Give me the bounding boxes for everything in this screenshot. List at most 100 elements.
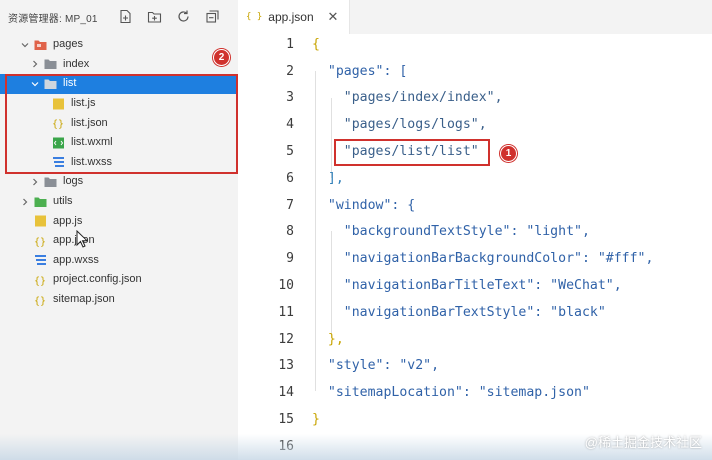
- tree-item-project-config-json[interactable]: {} project.config.json: [0, 270, 238, 290]
- tree-item-app-js[interactable]: app.js: [0, 211, 238, 231]
- tab-label: app.json: [268, 10, 314, 24]
- tree-item-label: list: [63, 77, 77, 90]
- tree-item-label: sitemap.json: [53, 293, 115, 306]
- js-file-icon: [34, 215, 47, 227]
- chevron-right-icon[interactable]: [30, 59, 40, 69]
- tree-item-list-js[interactable]: list.js: [0, 94, 238, 114]
- line-number: 16: [278, 438, 294, 454]
- svg-text:{}: {}: [34, 237, 46, 247]
- tree-item-label: list.wxml: [71, 136, 113, 149]
- tree-item-label: app.wxss: [53, 253, 99, 266]
- line-text: "style": "v2",: [312, 358, 440, 374]
- step-badge-2: 2: [213, 49, 230, 66]
- line-number: 3: [286, 90, 294, 106]
- line-text: "pages/index/index",: [312, 90, 503, 106]
- line-text: ],: [312, 170, 344, 186]
- tree-item-label: index: [63, 57, 90, 70]
- tree-item-label: pages: [53, 38, 83, 51]
- svg-text:{}: {}: [34, 296, 46, 306]
- line-number: 11: [278, 304, 294, 320]
- line-number: 7: [286, 197, 294, 213]
- editor-tabbar: { } app.json ✕: [238, 0, 712, 34]
- tree-item-app-wxss[interactable]: app.wxss: [0, 251, 238, 271]
- line-number: 8: [286, 224, 294, 240]
- code-line: 11 "navigationBarTextStyle": "black": [238, 299, 712, 326]
- new-folder-icon[interactable]: [147, 9, 162, 24]
- explorer-title: 资源管理器: MP_01: [8, 13, 98, 25]
- js-file-icon: [52, 98, 65, 110]
- line-number: 14: [278, 385, 294, 401]
- json-file-icon: { }: [246, 12, 263, 22]
- line-text: "pages": [: [312, 63, 408, 79]
- wxml-file-icon: [52, 137, 65, 149]
- code-line: 5 "pages/list/list": [238, 138, 712, 165]
- code-editor: { } app.json ✕ 1{ 2 "pages": [ 3 "pages/…: [238, 0, 712, 460]
- svg-text:{}: {}: [52, 119, 64, 129]
- line-number: 12: [278, 331, 294, 347]
- tree-item-label: utils: [53, 195, 73, 208]
- line-number: 2: [286, 63, 294, 79]
- line-text: "navigationBarBackgroundColor": "#fff",: [312, 251, 654, 267]
- line-text: {: [312, 36, 320, 52]
- explorer-actions: [118, 9, 220, 24]
- new-file-icon[interactable]: [118, 9, 133, 24]
- code-line: 1{: [238, 31, 712, 58]
- json-file-icon: {}: [34, 294, 47, 306]
- watermark: @稀土掘金技术社区: [584, 435, 702, 450]
- code-area[interactable]: 1{ 2 "pages": [ 3 "pages/index/index", 4…: [238, 31, 712, 460]
- json-file-icon: {}: [34, 235, 47, 247]
- wxss-file-icon: [34, 254, 47, 266]
- tree-item-list-wxss[interactable]: list.wxss: [0, 153, 238, 173]
- wxss-file-icon: [52, 156, 65, 168]
- line-number: 15: [278, 412, 294, 428]
- code-line: 4 "pages/logs/logs",: [238, 111, 712, 138]
- line-text: },: [312, 331, 344, 347]
- tree-item-logs[interactable]: logs: [0, 172, 238, 192]
- code-line: 9 "navigationBarBackgroundColor": "#fff"…: [238, 245, 712, 272]
- mouse-cursor-icon: [76, 230, 88, 248]
- chevron-down-icon[interactable]: [30, 79, 40, 89]
- line-number: 1: [286, 36, 294, 52]
- code-line: 3 "pages/index/index",: [238, 85, 712, 112]
- tree-item-label: list.js: [71, 97, 96, 110]
- folder-open-icon: [34, 39, 47, 51]
- tree-item-label: list.wxss: [71, 155, 112, 168]
- line-text: "pages/logs/logs",: [312, 117, 487, 133]
- tree-item-list[interactable]: list: [0, 74, 238, 94]
- code-line: 2 "pages": [: [238, 58, 712, 85]
- tree-item-list-json[interactable]: {} list.json: [0, 113, 238, 133]
- line-number: 10: [278, 278, 294, 294]
- code-line: 8 "backgroundTextStyle": "light",: [238, 219, 712, 246]
- line-text: "backgroundTextStyle": "light",: [312, 224, 590, 240]
- tree-item-label: list.json: [71, 116, 108, 129]
- line-text: }: [312, 412, 320, 428]
- json-file-icon: {}: [52, 117, 65, 129]
- line-text: "sitemapLocation": "sitemap.json": [312, 385, 590, 401]
- chevron-down-icon[interactable]: [20, 40, 30, 50]
- tree-item-label: logs: [63, 175, 84, 188]
- line-number: 13: [278, 358, 294, 374]
- collapse-all-icon[interactable]: [205, 9, 220, 24]
- code-line: 13 "style": "v2",: [238, 353, 712, 380]
- tree-item-utils[interactable]: utils: [0, 192, 238, 212]
- line-number: 6: [286, 170, 294, 186]
- tree-item-index[interactable]: index: [0, 55, 238, 75]
- tree-item-list-wxml[interactable]: list.wxml: [0, 133, 238, 153]
- explorer-sidebar: 资源管理器: MP_01 pages index list list.js {}…: [0, 0, 238, 460]
- tree-item-label: project.config.json: [53, 273, 142, 286]
- code-line: 10 "navigationBarTitleText": "WeChat",: [238, 272, 712, 299]
- tab-app-json[interactable]: { } app.json ✕: [238, 0, 350, 34]
- tree-item-pages[interactable]: pages: [0, 35, 238, 55]
- file-tree: pages index list list.js {} list.json li…: [0, 35, 238, 309]
- line-text: "pages/list/list": [312, 144, 479, 160]
- chevron-right-icon[interactable]: [30, 177, 40, 187]
- refresh-icon[interactable]: [176, 9, 191, 24]
- tree-item-sitemap-json[interactable]: {} sitemap.json: [0, 290, 238, 310]
- code-line: 12 },: [238, 326, 712, 353]
- line-number: 5: [286, 144, 294, 160]
- code-line: 6 ],: [238, 165, 712, 192]
- close-icon[interactable]: ✕: [326, 10, 340, 24]
- line-text: "window": {: [312, 197, 416, 213]
- chevron-right-icon[interactable]: [20, 197, 30, 207]
- tree-item-app-json[interactable]: {} app.json: [0, 231, 238, 251]
